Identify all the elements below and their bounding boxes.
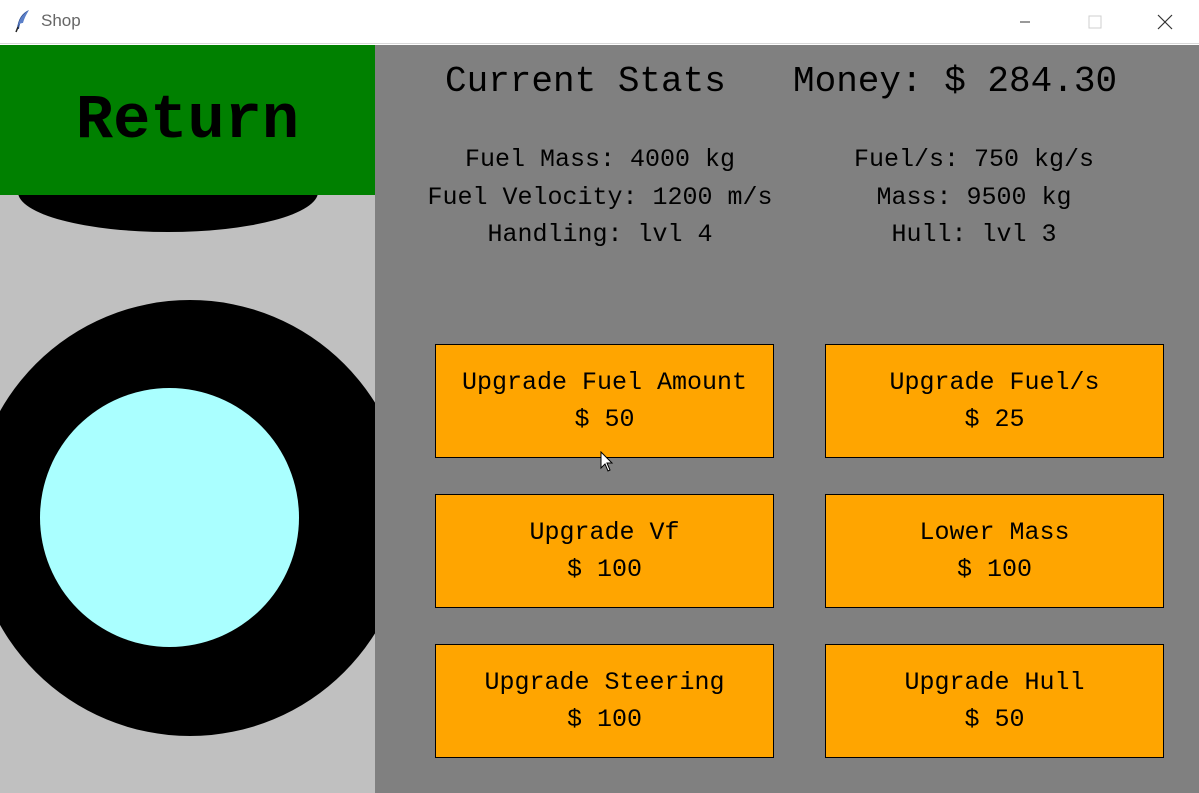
stat-fuel-mass: Fuel Mass: 4000 kg: [464, 145, 736, 174]
upgrade-price: $ 50: [574, 405, 635, 434]
return-button[interactable]: Return: [0, 45, 375, 195]
close-button[interactable]: [1130, 0, 1199, 44]
ship-window: [40, 388, 299, 647]
stat-mass: Mass: 9500 kg: [876, 182, 1072, 212]
stat-hull: Hull: lvl 3: [891, 220, 1057, 249]
ship-preview-panel: Return: [0, 45, 375, 793]
upgrade-label: Upgrade Fuel/s: [889, 368, 1100, 397]
maximize-button[interactable]: [1060, 0, 1130, 44]
close-icon: [1157, 14, 1173, 30]
stat-handling: Handling: lvl 4: [487, 220, 713, 249]
lower-mass-button[interactable]: Lower Mass $ 100: [825, 494, 1164, 608]
window-title: Shop: [41, 11, 81, 30]
upgrade-vf-button[interactable]: Upgrade Vf $ 100: [435, 494, 774, 608]
minimize-button[interactable]: [990, 0, 1060, 44]
stats-heading: Current Stats: [445, 61, 726, 102]
upgrade-hull-button[interactable]: Upgrade Hull $ 50: [825, 644, 1164, 758]
upgrade-label: Upgrade Steering: [484, 668, 725, 697]
money-display: Money: $ 284.30: [793, 61, 1118, 102]
title-bar[interactable]: Shop: [0, 0, 1199, 44]
feather-icon: [15, 10, 29, 33]
upgrade-steering-button[interactable]: Upgrade Steering $ 100: [435, 644, 774, 758]
upgrade-price: $ 100: [566, 555, 642, 584]
upgrade-label: Upgrade Vf: [529, 518, 680, 547]
upgrade-fuel-rate-button[interactable]: Upgrade Fuel/s $ 25: [825, 344, 1164, 458]
stats-right-column: Fuel/s: 750 kg/s Mass: 9500 kg Hull: lvl…: [795, 141, 1153, 254]
upgrade-label: Lower Mass: [919, 518, 1070, 547]
upgrade-label: Upgrade Hull: [904, 668, 1085, 697]
upgrade-price: $ 100: [566, 705, 642, 734]
maximize-icon: [1088, 15, 1102, 29]
upgrade-price: $ 100: [956, 555, 1032, 584]
stats-left-column: Fuel Mass: 4000 kg Fuel Velocity: 1200 m…: [405, 141, 795, 254]
upgrade-fuel-amount-button[interactable]: Upgrade Fuel Amount $ 50: [435, 344, 774, 458]
mouse-pointer-icon: [600, 451, 614, 472]
upgrade-label: Upgrade Fuel Amount: [461, 368, 748, 397]
upgrade-price: $ 50: [964, 705, 1025, 734]
stat-fuel-rate: Fuel/s: 750 kg/s: [853, 145, 1095, 174]
minimize-icon: [1020, 21, 1030, 23]
shop-window: Shop Return Current Stats Money: $ 284.3…: [0, 0, 1199, 793]
stat-fuel-velocity: Fuel Velocity: 1200 m/s: [427, 182, 773, 212]
upgrade-price: $ 25: [964, 405, 1025, 434]
shop-panel: Current Stats Money: $ 284.30 Fuel Mass:…: [375, 45, 1199, 793]
